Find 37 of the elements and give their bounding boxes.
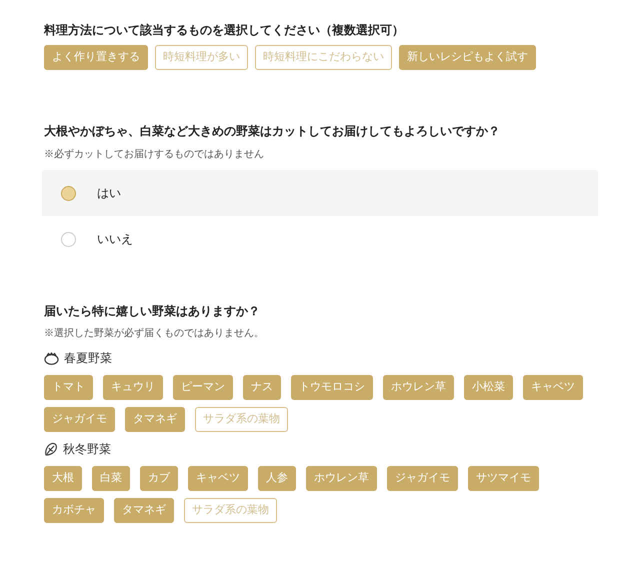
option-chip[interactable]: キャベツ: [188, 466, 248, 491]
option-chip[interactable]: ピーマン: [173, 375, 233, 400]
option-chip[interactable]: 時短料理にこだわらない: [255, 45, 392, 70]
option-chip[interactable]: キュウリ: [103, 375, 163, 400]
option-chip[interactable]: 大根: [44, 466, 82, 491]
option-chip[interactable]: ジャガイモ: [387, 466, 458, 491]
option-chip[interactable]: トウモロコシ: [291, 375, 373, 400]
question-title: 大根やかぼちゃ、白菜など大きめの野菜はカットしてお届けしてもよろしいですか？: [44, 123, 501, 140]
radio-option[interactable]: はい: [42, 170, 598, 216]
option-chip[interactable]: よく作り置きする: [44, 45, 148, 70]
option-chip[interactable]: 小松菜: [464, 375, 513, 400]
option-chip[interactable]: トマト: [44, 375, 93, 400]
tomato-icon: [44, 352, 59, 364]
option-chip[interactable]: カボチャ: [44, 498, 104, 523]
question-title: 料理方法について該当するものを選択してください（複数選択可）: [44, 22, 405, 39]
option-chip[interactable]: キャベツ: [523, 375, 583, 400]
option-chip[interactable]: ホウレン草: [306, 466, 377, 491]
question-title: 届いたら特に嬉しい野菜はありますか？: [44, 303, 261, 320]
option-chip[interactable]: 白菜: [92, 466, 130, 491]
option-chip[interactable]: タマネギ: [125, 407, 185, 432]
option-chip[interactable]: 人参: [258, 466, 296, 491]
option-chip[interactable]: ナス: [243, 375, 281, 400]
option-chip[interactable]: 時短料理が多い: [155, 45, 248, 70]
option-chip[interactable]: ジャガイモ: [44, 407, 115, 432]
option-chip[interactable]: ホウレン草: [383, 375, 454, 400]
option-chip[interactable]: カブ: [140, 466, 178, 491]
option-chip[interactable]: サラダ系の葉物: [184, 498, 277, 523]
radio-button[interactable]: [61, 232, 76, 246]
option-chip[interactable]: 新しいレシピもよく試す: [399, 45, 536, 70]
radio-button[interactable]: [61, 186, 76, 200]
question-note: ※選択した野菜が必ず届くものではありません。: [44, 326, 265, 341]
group-label: 秋冬野菜: [63, 441, 111, 458]
option-chip[interactable]: サラダ系の葉物: [195, 407, 288, 432]
group-label: 春夏野菜: [64, 350, 112, 367]
question-note: ※必ずカットしてお届けするものではありません: [44, 148, 265, 162]
option-chip[interactable]: サツマイモ: [468, 466, 539, 491]
option-chip[interactable]: タマネギ: [114, 498, 174, 523]
